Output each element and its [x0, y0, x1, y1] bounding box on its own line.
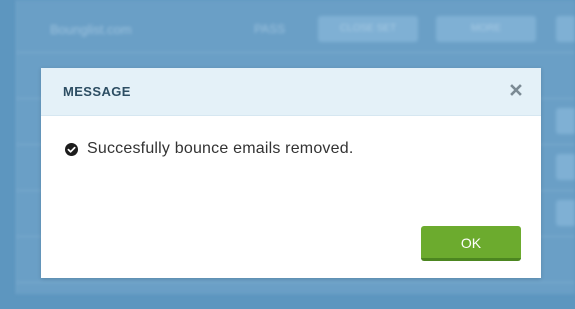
background-row-button: S — [556, 108, 575, 134]
message-line: Succesfully bounce emails removed. — [65, 140, 353, 158]
background-row-button: S — [556, 200, 575, 226]
message-dialog: MESSAGE Succesfully bounce emails remove… — [41, 68, 541, 278]
background-row-button: CLOSE SET — [318, 16, 418, 42]
background-row-button: S — [556, 154, 575, 180]
dialog-body: Succesfully bounce emails removed. OK — [41, 116, 541, 278]
background-row-status: PASS — [254, 22, 286, 36]
dialog-title: MESSAGE — [63, 84, 131, 99]
close-x-icon[interactable] — [507, 81, 525, 99]
dialog-header: MESSAGE — [41, 68, 541, 116]
check-circle-icon — [65, 142, 78, 156]
background-row: Bounglist.com PASS CLOSE SET MORE S — [16, 6, 575, 53]
ok-button[interactable]: OK — [421, 226, 521, 261]
background-row-name: Bounglist.com — [50, 22, 132, 37]
background-row-button: MORE — [436, 16, 536, 42]
message-text: Succesfully bounce emails removed. — [87, 140, 354, 157]
background-row-button: S — [556, 16, 575, 42]
